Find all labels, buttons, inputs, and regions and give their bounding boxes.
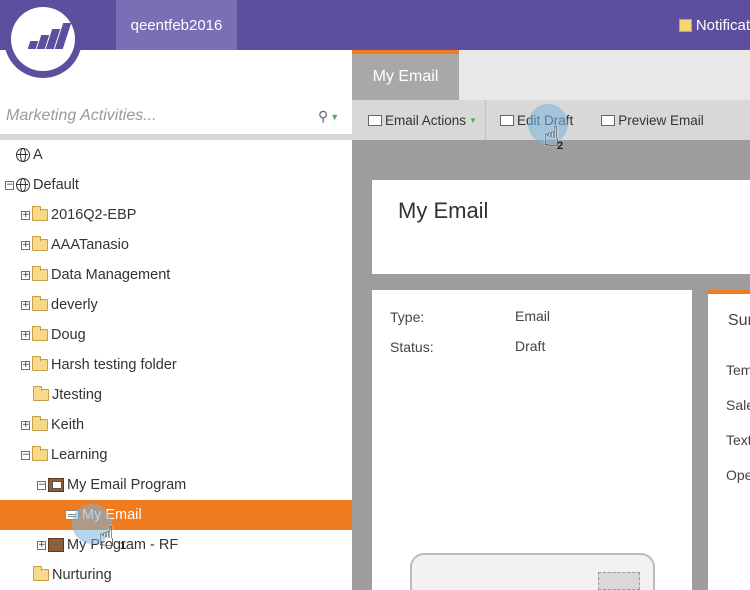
marketo-logo[interactable] [4,0,82,78]
step-number: 1 [120,540,127,552]
tree-item-label: Doug [51,327,86,343]
tree-item-label: Data Management [51,267,171,283]
preview-email-label: Preview Email [618,112,704,128]
summary-row: Sale [726,397,750,413]
folder-icon [32,326,48,341]
tree-item-learning[interactable]: − Learning [0,440,352,470]
collapse-icon[interactable]: − [21,450,30,460]
expand-icon[interactable]: + [21,330,30,340]
dropdown-arrow-icon: ▼ [330,111,340,122]
tree-item-doug[interactable]: + Doug [0,320,352,350]
notification-icon [678,18,692,32]
tree-item-aaatanasio[interactable]: + AAATanasio [0,230,352,260]
status-label: Status: [390,339,434,355]
title-card [372,180,750,274]
tree-item-label: deverly [51,297,98,313]
expand-icon[interactable]: + [21,420,30,430]
collapse-icon[interactable]: − [37,480,46,490]
status-value: Draft [515,338,546,354]
email-info-card [372,290,692,590]
tree-item-harsh-testing-folder[interactable]: + Harsh testing folder [0,350,352,380]
tree-item-label: Jtesting [52,387,102,403]
tree-item-label: Harsh testing folder [51,357,177,373]
step-number: 2 [557,140,564,152]
program-icon [48,538,64,552]
collapse-icon[interactable]: − [5,180,14,190]
summary-heading: Sur [728,312,750,329]
tree-filter-button[interactable]: ⚲ ▼ [318,108,339,125]
tree-search-input[interactable]: Marketing Activities... [6,107,157,125]
tree-item-label: A [33,147,43,163]
email-actions-label: Email Actions [385,112,467,128]
expand-icon[interactable]: + [21,270,30,280]
expand-icon[interactable]: + [37,540,46,550]
top-bar [0,0,750,50]
folder-icon [32,356,48,371]
preview-email-button[interactable]: Preview Email [581,100,712,140]
tree-item-jtesting[interactable]: Jtesting [0,380,352,410]
tree-item-my-email[interactable]: My Email [0,500,352,530]
tree-item-label: Nurturing [52,567,112,583]
folder-icon [33,386,49,401]
tree-item-label: My Email Program [67,477,187,493]
tree-item-keith[interactable]: + Keith [0,410,352,440]
email-actions-button[interactable]: Email Actions ▼ [352,100,485,140]
folder-icon [32,236,48,251]
summary-row: Text [726,432,750,448]
globe-icon [16,148,30,162]
folder-icon [32,296,48,311]
notifications-link[interactable]: Notificat [678,0,750,50]
tree-item-my-email-program[interactable]: − My Email Program [0,470,352,500]
summary-row: Ope [726,467,750,483]
summary-row: Tem [726,362,750,378]
expand-icon[interactable]: + [21,300,30,310]
tab-my-email[interactable]: My Email [352,50,459,100]
expand-icon[interactable]: + [21,210,30,220]
tree-item-default[interactable]: − Default [0,170,352,200]
folder-icon [32,446,48,461]
tree-item-label: Keith [51,417,85,433]
folder-icon [32,266,48,281]
tree-item-a[interactable]: A [0,140,352,170]
folder-icon [33,566,49,581]
tree-item-deverly[interactable]: + deverly [0,290,352,320]
email-icon [368,114,382,126]
edit-icon [499,114,514,126]
dropdown-arrow-icon: ▼ [469,115,477,125]
tree-item-2016q2-ebp[interactable]: + 2016Q2-EBP [0,200,352,230]
expand-icon[interactable]: + [21,240,30,250]
postage-stamp-icon [598,572,640,590]
preview-icon [601,114,616,126]
folder-icon [32,206,48,221]
tree-item-label: Default [33,177,79,193]
filter-icon: ⚲ [318,108,329,124]
tree-item-label: 2016Q2-EBP [51,207,137,223]
type-label: Type: [390,309,425,325]
workspace-tab[interactable]: qeentfeb2016 [116,0,237,50]
logo-mark-icon [11,7,75,71]
expand-icon[interactable]: + [21,360,30,370]
hand-cursor-icon: ☝ [98,520,116,553]
tree-item-my-program-rf[interactable]: + My Program - RF [0,530,352,560]
tree-item-label: AAATanasio [51,237,129,253]
folder-icon [32,416,48,431]
tree-item-data-management[interactable]: + Data Management [0,260,352,290]
notifications-label: Notificat [695,16,750,34]
page-title: My Email [398,198,489,223]
summary-card: Sur Tem Sale Text Ope [708,290,750,590]
email-program-icon [48,478,64,492]
tree-item-nurturing[interactable]: Nurturing [0,560,352,590]
tree-item-label: Learning [51,447,108,463]
globe-icon [16,178,30,192]
type-value: Email [515,308,551,324]
